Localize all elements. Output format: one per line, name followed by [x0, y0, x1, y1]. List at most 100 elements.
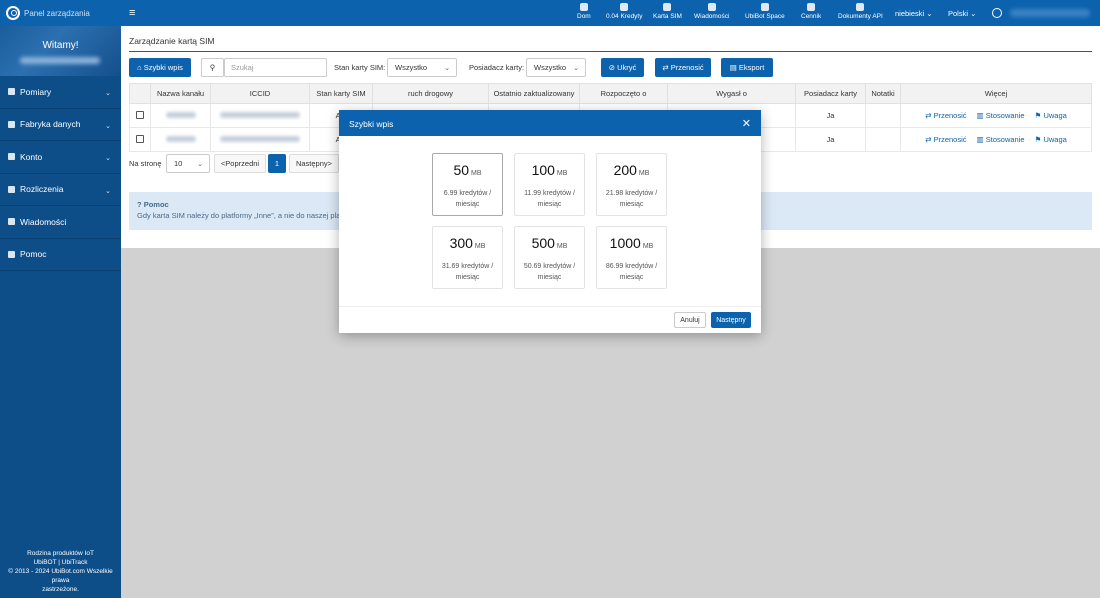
quick-entry-modal: Szybki wpis ✕ 50 MB 6.99 kredytów / miesią…: [339, 110, 761, 333]
welcome-title: Witamy!: [42, 40, 79, 51]
col-notes[interactable]: Notatki: [865, 83, 901, 104]
eye-slash-icon: ⊘: [608, 63, 618, 72]
chevron-down-icon: ⌄: [573, 64, 579, 72]
price-icon: [807, 3, 816, 11]
account-icon: [8, 153, 15, 161]
col-expires[interactable]: Wygasł o: [667, 83, 796, 104]
sidebar-footer: Rodzina produktów IoT UbiBOT | UbiTrack …: [8, 550, 113, 593]
search-button[interactable]: ⚲: [201, 58, 224, 77]
row-checkbox[interactable]: [129, 103, 151, 128]
col-iccid[interactable]: ICCID: [210, 83, 310, 104]
megaphone-icon: [8, 218, 15, 226]
chevron-down-icon: ⌄: [444, 64, 450, 72]
col-card-owner[interactable]: Posiadacz karty: [795, 83, 866, 104]
chevron-down-icon: ⌄: [105, 122, 111, 130]
coins-icon: [620, 3, 629, 11]
menu-toggle-icon[interactable]: ≡: [129, 7, 135, 19]
actions-cell: ⇄ Przenosić ▥ Stosowanie ⚑ Uwaga: [900, 127, 1092, 152]
bell-icon: [707, 3, 716, 11]
per-page-select[interactable]: 10 ⌄: [166, 154, 210, 173]
col-more: Więcej: [900, 83, 1092, 104]
modal-footer: Anuluj Następny: [339, 306, 761, 333]
per-page-label: Na stronę: [129, 159, 162, 168]
title-divider: [129, 51, 1092, 52]
move-link[interactable]: ⇄ Przenosić: [925, 111, 966, 120]
chevron-down-icon: ⌄: [105, 90, 111, 97]
col-sim-status[interactable]: Stan karty SIM: [309, 83, 373, 104]
col-last-updated[interactable]: Ostatnio zaktualizowany: [488, 83, 580, 104]
nav-ubibot-space[interactable]: UbiBot Space: [745, 3, 785, 20]
checkbox-icon[interactable]: [136, 134, 144, 143]
sim-status-select[interactable]: Wszystko ⌄: [387, 58, 457, 77]
help-icon: [8, 250, 15, 258]
col-channel-name[interactable]: Nazwa kanału: [150, 83, 211, 104]
api-docs-icon: [856, 3, 865, 11]
user-icon[interactable]: [992, 8, 1002, 18]
cancel-button[interactable]: Anuluj: [674, 312, 706, 328]
iccid-cell: [210, 127, 310, 152]
search-icon: ⚲: [209, 63, 216, 72]
nav-home[interactable]: Dom: [577, 3, 591, 20]
home-icon: [579, 3, 588, 11]
card-owner-select[interactable]: Wszystko ⌄: [526, 58, 586, 77]
sidebar-item-konto[interactable]: Konto ⌄: [0, 141, 121, 174]
nav-pricing[interactable]: Cennik: [801, 3, 821, 20]
search-input[interactable]: Szukaj: [224, 58, 327, 77]
blurred-value: [165, 112, 196, 118]
select-all-header: [129, 83, 151, 104]
sidebar-item-pomiary[interactable]: Pomiary ⌄: [0, 76, 121, 109]
row-checkbox[interactable]: [129, 127, 151, 152]
plan-300mb[interactable]: 300 MB 31.69 kredytów / miesiąc: [432, 226, 503, 289]
help-title: Pomoc: [143, 200, 169, 209]
export-button[interactable]: ▤ Eksport: [721, 58, 773, 77]
plan-50mb[interactable]: 50 MB 6.99 kredytów / miesiąc: [432, 153, 503, 216]
apply-link[interactable]: ▥ Stosowanie: [977, 135, 1025, 144]
modal-title: Szybki wpis: [349, 119, 394, 129]
nav-credits[interactable]: 0.04 Kredyty: [606, 3, 643, 20]
col-traffic[interactable]: ruch drogowy: [372, 83, 489, 104]
plan-500mb[interactable]: 500 MB 50.69 kredytów / miesiąc: [514, 226, 585, 289]
notes-cell: [865, 127, 901, 152]
billing-icon: [8, 185, 15, 193]
note-link[interactable]: ⚑ Uwaga: [1035, 111, 1067, 120]
nav-api-docs[interactable]: Dokumenty API: [838, 3, 883, 20]
page-title: Zarządzanie kartą SIM: [129, 36, 215, 46]
chevron-down-icon: ⌄: [970, 9, 977, 18]
checkbox-icon[interactable]: [136, 110, 144, 119]
language-dropdown[interactable]: Polski ⌄: [948, 9, 976, 18]
sidebar-item-fabryka-danych[interactable]: Fabryka danych ⌄: [0, 109, 121, 141]
prev-page-button[interactable]: <Poprzedni: [214, 154, 266, 173]
plan-100mb[interactable]: 100 MB 11.99 kredytów / miesiąc: [514, 153, 585, 216]
apply-link[interactable]: ▥ Stosowanie: [977, 111, 1025, 120]
page-1-button[interactable]: 1: [268, 154, 286, 173]
sidebar-item-rozliczenia[interactable]: Rozliczenia ⌄: [0, 174, 121, 206]
username-blurred: [1010, 9, 1090, 17]
chart-icon: ▥: [976, 111, 986, 120]
chat-icon: [760, 3, 769, 11]
move-link[interactable]: ⇄ Przenosić: [925, 135, 966, 144]
quick-entry-button[interactable]: ⌂ Szybki wpis: [129, 58, 191, 77]
close-icon[interactable]: ✕: [742, 117, 751, 130]
plan-200mb[interactable]: 200 MB 21.98 kredytów / miesiąc: [596, 153, 667, 216]
hide-button[interactable]: ⊘ Ukryć: [601, 58, 644, 77]
nav-messages[interactable]: Wiadomości: [694, 3, 729, 20]
move-button[interactable]: ⇄ Przenosić: [655, 58, 711, 77]
table-header: Nazwa kanału ICCID Stan karty SIM ruch d…: [129, 83, 1092, 104]
next-button[interactable]: Następny: [711, 312, 751, 328]
sidebar-item-pomoc[interactable]: Pomoc: [0, 239, 121, 271]
col-started[interactable]: Rozpoczęto o: [579, 83, 668, 104]
chevron-down-icon: ⌄: [105, 187, 111, 195]
note-link[interactable]: ⚑ Uwaga: [1035, 135, 1067, 144]
sidebar-item-wiadomosci[interactable]: Wiadomości: [0, 206, 121, 239]
sim-status-label: Stan karty SIM:: [334, 63, 386, 72]
blurred-value: [220, 136, 300, 142]
next-page-button[interactable]: Następny>: [289, 154, 339, 173]
chevron-down-icon: ⌄: [926, 9, 933, 18]
nav-sim-card[interactable]: Karta SIM: [653, 3, 682, 20]
modal-header: Szybki wpis ✕: [339, 110, 761, 136]
brand[interactable]: Panel zarządzania: [6, 6, 90, 20]
plan-1000mb[interactable]: 1000 MB 86.99 kredytów / miesiąc: [596, 226, 667, 289]
blurred-value: [220, 112, 300, 118]
home-icon: ⌂: [137, 63, 144, 72]
theme-dropdown[interactable]: niebieski ⌄: [895, 9, 933, 18]
